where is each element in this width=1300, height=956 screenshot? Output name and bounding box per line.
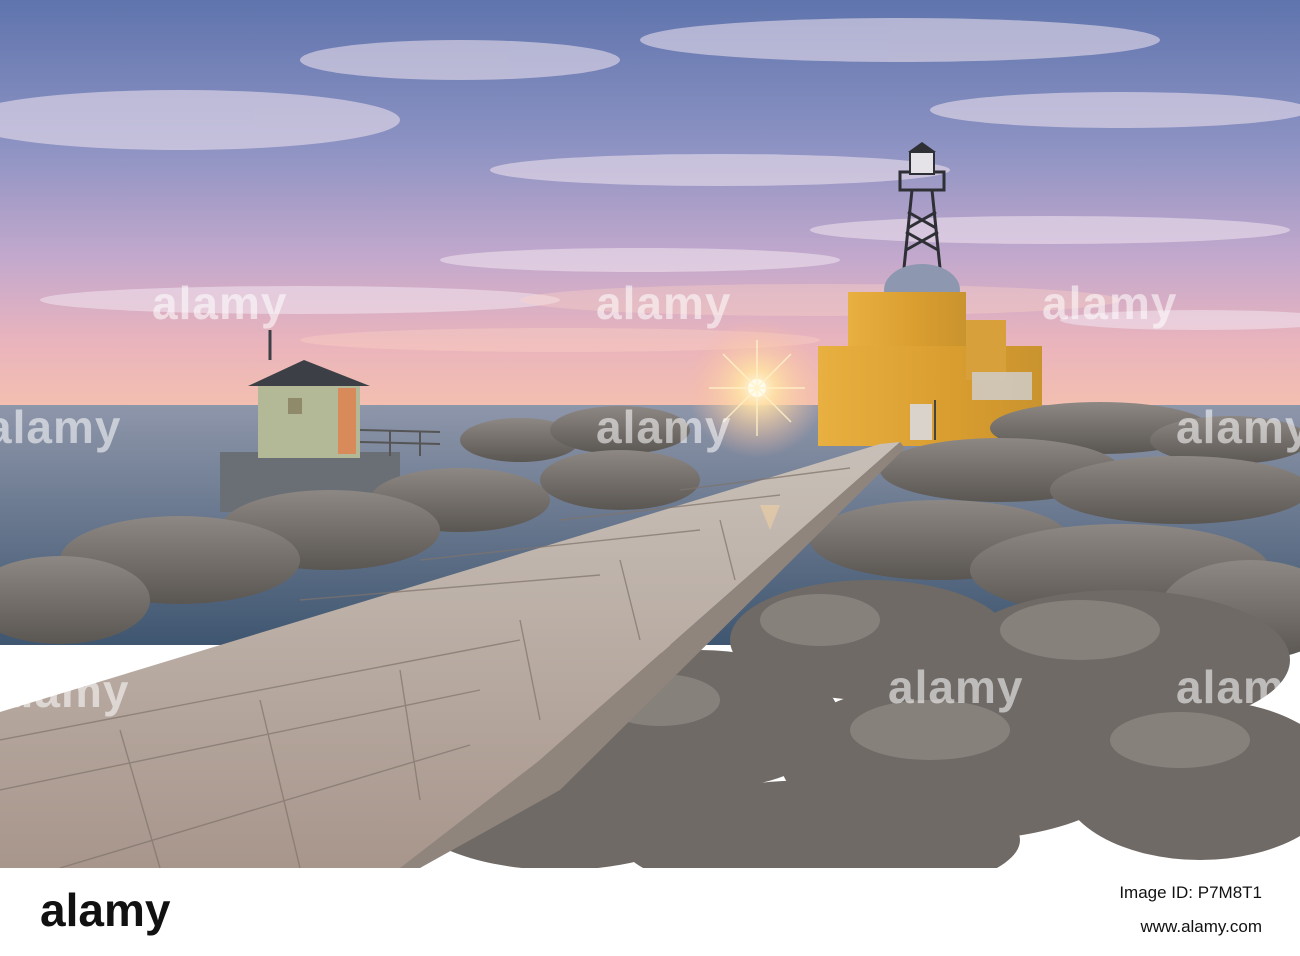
brand-name: alamy <box>40 884 171 936</box>
stock-photo: alamy alamy alamy alamy alamy alamy alam… <box>0 0 1300 868</box>
image-meta: Image ID: P7M8T1 www.alamy.com <box>1119 882 1262 940</box>
watermark: alamy <box>0 401 122 453</box>
alamy-logo: alamy <box>40 884 171 936</box>
watermark: alamy <box>152 277 288 329</box>
image-id-label: Image ID: <box>1119 883 1194 902</box>
site-url: www.alamy.com <box>1140 917 1262 936</box>
watermark: alamy <box>1176 661 1300 713</box>
watermark: alamy <box>1176 401 1300 453</box>
watermark: alamy <box>888 661 1024 713</box>
watermark: alamy <box>1042 277 1178 329</box>
watermark: alamy <box>596 277 732 329</box>
footer-bar: alamy Image ID: P7M8T1 www.alamy.com <box>0 868 1300 956</box>
watermark: alamy <box>596 401 732 453</box>
watermark: alamy <box>0 665 130 717</box>
image-id-line: Image ID: P7M8T1 <box>1119 882 1262 904</box>
image-id-value: P7M8T1 <box>1197 883 1262 902</box>
